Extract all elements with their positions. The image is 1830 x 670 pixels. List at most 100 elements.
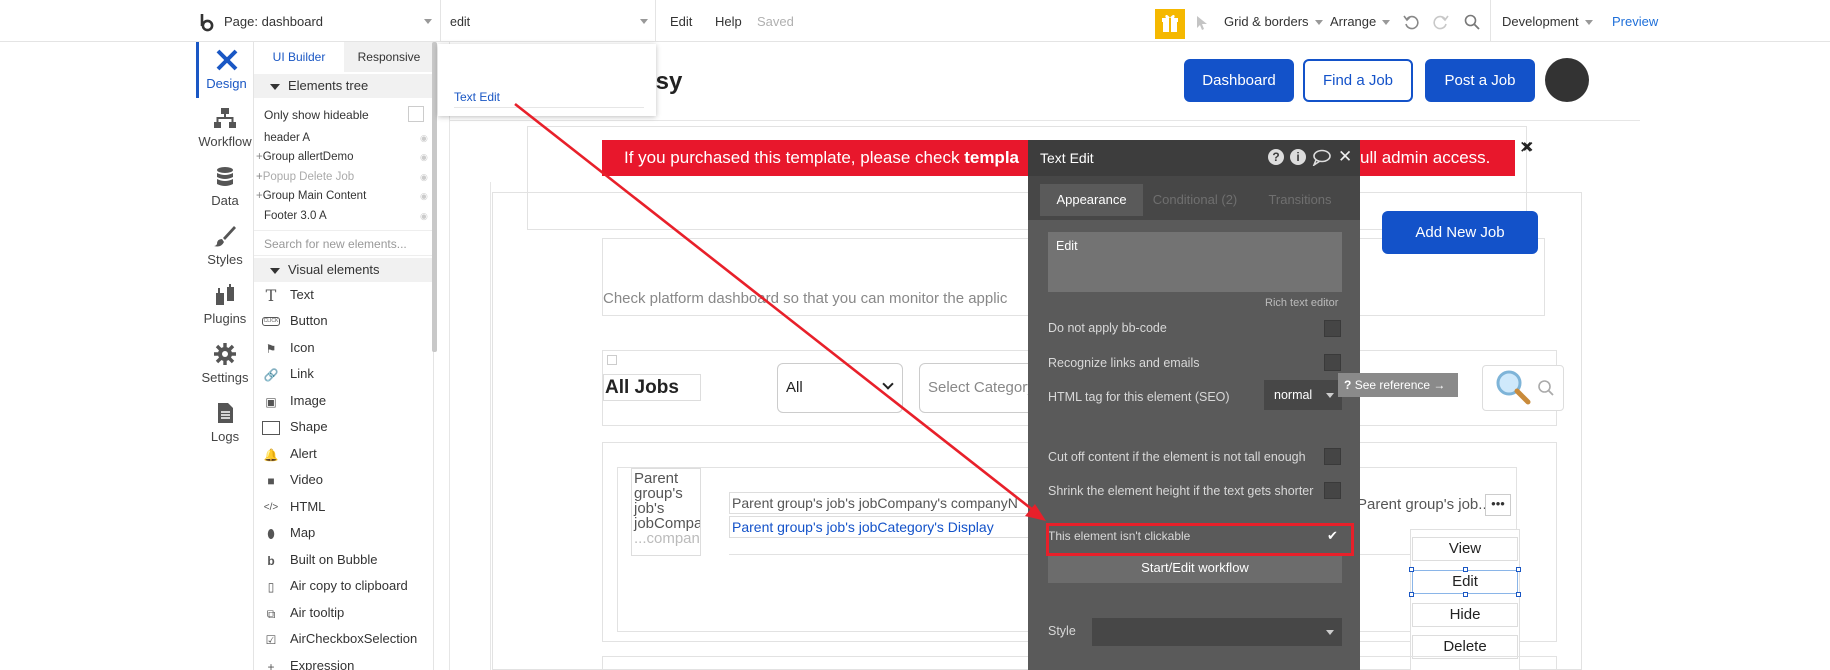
gift-icon bbox=[1162, 14, 1178, 32]
search-caret-icon[interactable] bbox=[640, 19, 648, 24]
nav-post-job-button[interactable]: Post a Job bbox=[1425, 59, 1535, 102]
selection-handle[interactable] bbox=[1409, 567, 1414, 572]
gift-button[interactable] bbox=[1155, 9, 1185, 39]
status-filter-select[interactable]: All bbox=[777, 363, 903, 413]
visual-item-html[interactable]: </> HTML bbox=[262, 494, 326, 520]
recognize-links-checkbox[interactable] bbox=[1324, 354, 1341, 371]
pointer-icon[interactable] bbox=[1195, 15, 1209, 31]
page-selector[interactable]: Page: dashboard bbox=[224, 14, 323, 29]
cut-off-checkbox[interactable] bbox=[1324, 448, 1341, 465]
help-icon[interactable]: ? bbox=[1268, 149, 1284, 165]
bubble-logo-icon[interactable] bbox=[198, 12, 216, 32]
tab-responsive[interactable]: Responsive bbox=[344, 42, 434, 72]
menu-help[interactable]: Help bbox=[715, 14, 742, 29]
avatar[interactable] bbox=[1545, 58, 1589, 102]
menu-hide[interactable]: Hide bbox=[1412, 603, 1518, 627]
rail-item-workflow[interactable]: Workflow bbox=[196, 100, 254, 156]
shrink-checkbox[interactable] bbox=[1324, 482, 1341, 499]
close-icon[interactable]: ✕ bbox=[1338, 147, 1352, 167]
elements-tree-header[interactable]: Elements tree bbox=[254, 74, 434, 98]
no-bbcode-checkbox[interactable] bbox=[1324, 320, 1341, 337]
visual-item-shape[interactable]: Shape bbox=[262, 414, 328, 440]
rich-text-editor-link[interactable]: Rich text editor bbox=[1265, 297, 1338, 309]
tree-item[interactable]: Footer 3.0 A bbox=[264, 210, 327, 222]
eye-icon[interactable]: ◉ bbox=[420, 172, 428, 183]
rail-item-logs[interactable]: Logs bbox=[196, 395, 254, 451]
tree-item[interactable]: header A bbox=[264, 132, 310, 144]
tiny-checkbox[interactable] bbox=[607, 355, 617, 365]
visual-item-video[interactable]: ■ Video bbox=[262, 467, 323, 493]
visual-item-alert[interactable]: 🔔 Alert bbox=[262, 441, 317, 467]
eye-icon[interactable]: ◉ bbox=[420, 191, 428, 202]
divider bbox=[655, 0, 656, 42]
expand-plus-icon[interactable]: + bbox=[256, 190, 263, 202]
property-editor-header[interactable]: Text Edit ? i ✕ bbox=[1028, 140, 1360, 176]
info-icon[interactable]: i bbox=[1290, 149, 1306, 165]
rail-item-data[interactable]: Data bbox=[196, 159, 254, 215]
search-icon[interactable] bbox=[1537, 379, 1555, 397]
redo-icon[interactable] bbox=[1433, 14, 1449, 30]
visual-elements-header[interactable]: Visual elements bbox=[254, 258, 434, 282]
tab-ui-builder[interactable]: UI Builder bbox=[254, 42, 344, 72]
visual-item-button[interactable]: CLICK Button bbox=[262, 308, 328, 334]
eye-icon[interactable]: ◉ bbox=[420, 211, 428, 222]
rail-item-settings[interactable]: Settings bbox=[196, 336, 254, 392]
visual-item-image[interactable]: ▣ Image bbox=[262, 388, 326, 414]
eye-icon[interactable]: ◉ bbox=[420, 133, 428, 144]
html-tag-select[interactable]: normal bbox=[1264, 380, 1342, 410]
rail-item-design[interactable]: Design bbox=[196, 42, 254, 98]
job-category-link[interactable]: Parent group's job's jobCategory's Displ… bbox=[729, 516, 1029, 538]
nav-dashboard-button[interactable]: Dashboard bbox=[1184, 59, 1294, 102]
visual-item-air-checkbox[interactable]: ☑ AirCheckboxSelection bbox=[262, 626, 418, 652]
grid-borders-menu[interactable]: Grid & borders bbox=[1224, 14, 1323, 29]
tab-transitions[interactable]: Transitions bbox=[1250, 184, 1350, 216]
comment-icon[interactable] bbox=[1312, 149, 1332, 166]
tree-item[interactable]: +Group Main Content bbox=[256, 190, 366, 202]
preview-link[interactable]: Preview bbox=[1612, 14, 1658, 29]
menu-edit[interactable]: Edit bbox=[1412, 570, 1518, 594]
rail-item-styles[interactable]: Styles bbox=[196, 218, 254, 274]
see-reference-tooltip[interactable]: ? See reference → bbox=[1338, 373, 1458, 397]
visual-item-built-on-bubble[interactable]: b Built on Bubble bbox=[262, 547, 377, 573]
start-edit-workflow-button[interactable]: Start/Edit workflow bbox=[1048, 553, 1342, 583]
selection-handle[interactable] bbox=[1516, 567, 1521, 572]
alert-banner-tail: ull admin access. bbox=[1360, 140, 1515, 176]
expand-plus-icon[interactable]: + bbox=[256, 151, 263, 163]
only-hideable-checkbox[interactable] bbox=[408, 106, 424, 122]
tab-conditional[interactable]: Conditional (2) bbox=[1143, 184, 1247, 216]
alert-close-icon[interactable]: ✕ bbox=[1519, 138, 1533, 158]
search-icon[interactable] bbox=[1464, 14, 1480, 30]
rail-item-plugins[interactable]: Plugins bbox=[196, 277, 254, 333]
visual-item-air-tooltip[interactable]: ⧉ Air tooltip bbox=[262, 600, 345, 626]
element-search-input[interactable]: Search for new elements... bbox=[254, 230, 434, 256]
selection-handle[interactable] bbox=[1463, 592, 1468, 597]
visual-item-text[interactable]: T Text bbox=[262, 282, 314, 308]
nav-find-job-button[interactable]: Find a Job bbox=[1303, 59, 1413, 102]
tree-item[interactable]: +Popup Delete Job bbox=[256, 171, 354, 183]
expand-plus-icon[interactable]: + bbox=[256, 171, 263, 183]
selection-handle[interactable] bbox=[1463, 567, 1468, 572]
selection-handle[interactable] bbox=[1516, 592, 1521, 597]
bubble-icon: b bbox=[267, 553, 275, 568]
search-result-item[interactable]: Text Edit bbox=[454, 86, 644, 108]
visual-item-expression[interactable]: + Expression bbox=[262, 653, 354, 670]
undo-icon[interactable] bbox=[1403, 14, 1419, 30]
eye-icon[interactable]: ◉ bbox=[420, 152, 428, 163]
environment-selector[interactable]: Development bbox=[1502, 14, 1593, 29]
visual-item-map[interactable]: ⬮ Map bbox=[262, 520, 315, 546]
more-options-button[interactable]: ••• bbox=[1485, 494, 1511, 516]
visual-item-air-copy[interactable]: ▯ Air copy to clipboard bbox=[262, 573, 408, 599]
selection-handle[interactable] bbox=[1409, 592, 1414, 597]
menu-edit[interactable]: Edit bbox=[670, 14, 692, 29]
text-content-input[interactable]: Edit bbox=[1048, 232, 1342, 292]
visual-item-icon[interactable]: ⚑ Icon bbox=[262, 335, 315, 361]
search-input[interactable]: edit bbox=[450, 15, 470, 29]
add-new-job-button[interactable]: Add New Job bbox=[1382, 211, 1538, 254]
tree-item[interactable]: +Group allertDemo bbox=[256, 151, 353, 163]
visual-item-link[interactable]: 🔗 Link bbox=[262, 361, 314, 387]
style-select[interactable] bbox=[1092, 618, 1342, 646]
menu-view[interactable]: View bbox=[1412, 537, 1518, 561]
arrange-menu[interactable]: Arrange bbox=[1330, 14, 1391, 29]
page-selector-caret-icon[interactable] bbox=[424, 19, 432, 24]
tab-appearance[interactable]: Appearance bbox=[1040, 184, 1143, 216]
